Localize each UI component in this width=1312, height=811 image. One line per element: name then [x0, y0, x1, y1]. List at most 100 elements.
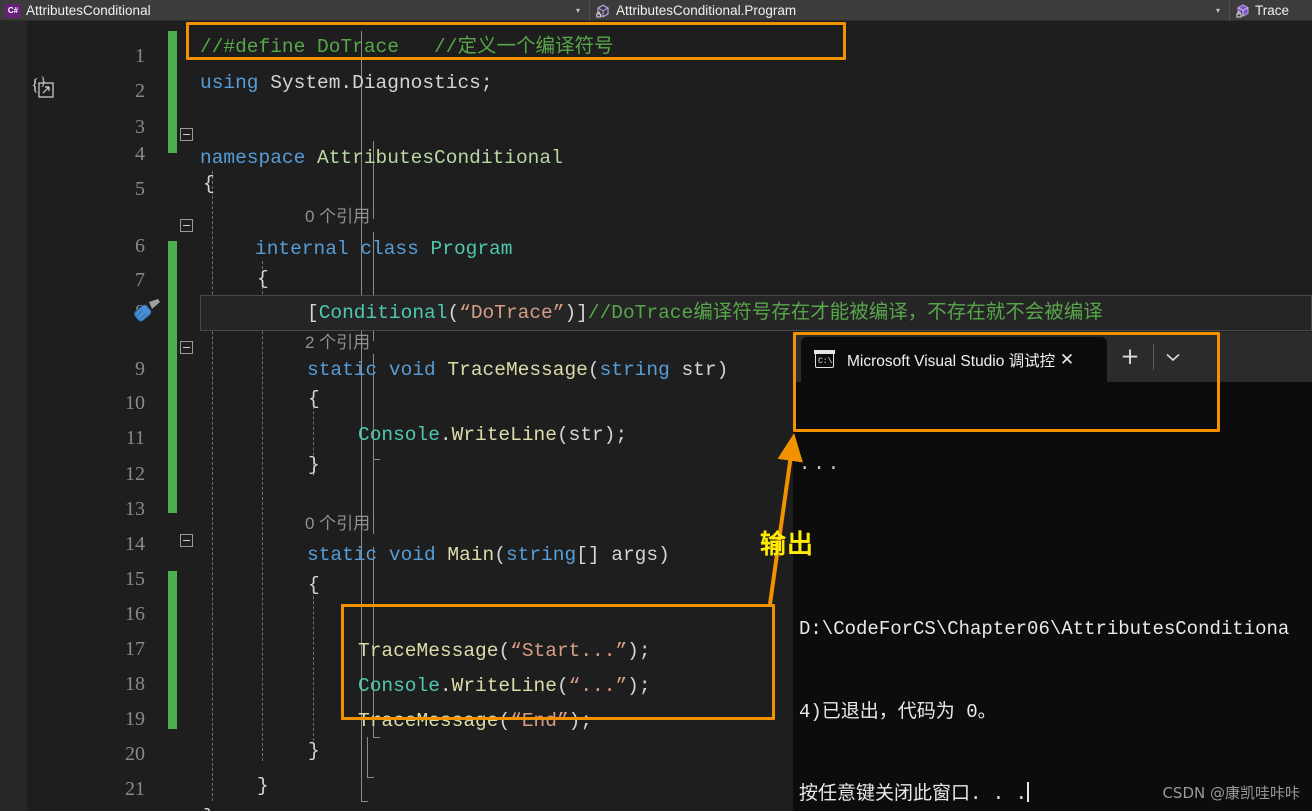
- void-keyword: void: [377, 544, 436, 566]
- paren-open: (: [587, 359, 600, 381]
- debug-console-window[interactable]: C:\ Microsoft Visual Studio 调试控 ✕ + ... …: [793, 332, 1312, 811]
- paren-close: ): [658, 544, 670, 566]
- toolbar-divider: [1153, 344, 1154, 370]
- line-number: 1: [135, 45, 145, 67]
- console-window-icon: C:\: [814, 350, 835, 368]
- vs-editor-screenshot: C# AttributesConditional ▾ AttributesCon…: [0, 0, 1312, 811]
- string-literal-dots: “...”: [568, 675, 628, 697]
- class-name: Program: [418, 238, 513, 260]
- terminal-line: 4)已退出，代码为 0。: [799, 700, 997, 723]
- editor-indicator-margin: [27, 21, 77, 811]
- fold-toggle-tracemessage[interactable]: [180, 341, 193, 354]
- chevron-down-icon[interactable]: ▾: [571, 0, 585, 21]
- terminal-line: ...: [799, 453, 843, 475]
- terminal-tab[interactable]: C:\ Microsoft Visual Studio 调试控 ✕: [801, 337, 1107, 382]
- string-type: string: [505, 544, 577, 566]
- writeline-method: WriteLine: [451, 675, 557, 697]
- brace-expand-icon[interactable]: { }: [31, 73, 67, 101]
- csdn-watermark: CSDN @康凯哇咔咔: [1162, 784, 1300, 802]
- paren-open: (: [498, 640, 511, 662]
- terminal-line: D:\CodeForCS\Chapter06\AttributesConditi…: [799, 618, 1290, 640]
- screwdriver-icon[interactable]: [131, 298, 163, 328]
- fold-toggle-namespace[interactable]: [180, 128, 193, 141]
- change-bar: [168, 571, 177, 729]
- void-keyword: void: [377, 359, 436, 381]
- fold-toggle-main[interactable]: [180, 534, 193, 547]
- breadcrumb-file-label: AttributesConditional: [26, 3, 151, 18]
- fold-end-marker: [361, 801, 368, 802]
- line-number: 12: [125, 463, 145, 485]
- line-number: 10: [125, 392, 145, 414]
- fold-line: [367, 737, 368, 777]
- annotation-output-label: 输出: [760, 530, 815, 560]
- svg-text:{: {: [31, 75, 39, 94]
- code-line-19: TraceMessage(“End”);: [358, 703, 592, 739]
- using-namespace: System.Diagnostics;: [258, 72, 493, 94]
- define-comment: //#define DoTrace //定义一个编译符号: [200, 36, 614, 58]
- breadcrumb-member-dropdown[interactable]: Trace: [1230, 0, 1312, 21]
- csharp-file-icon: C#: [5, 3, 21, 18]
- breadcrumb-file-dropdown[interactable]: C# AttributesConditional ▾: [0, 0, 590, 21]
- string-literal-start: “Start...”: [510, 640, 628, 662]
- line-number: 5: [135, 178, 145, 200]
- indent-guide: [212, 171, 213, 801]
- paren-close: ): [716, 359, 729, 381]
- close-brace: }: [257, 775, 269, 797]
- fold-end-marker: [367, 777, 374, 778]
- current-line-highlight: [200, 295, 1312, 331]
- line-number: 6: [135, 235, 145, 257]
- line-number: 20: [125, 743, 145, 765]
- chevron-down-icon-2[interactable]: ▾: [1211, 0, 1225, 21]
- code-line-1: //#define DoTrace //定义一个编译符号: [200, 29, 613, 65]
- fold-line-outer: [361, 31, 362, 801]
- change-bar: [168, 241, 177, 513]
- method-name-main: Main: [435, 544, 495, 566]
- tracemessage-call: TraceMessage: [358, 710, 499, 732]
- code-line-18: Console.WriteLine(“...”);: [358, 668, 651, 704]
- line-number: 9: [135, 358, 145, 380]
- code-line-2: using System.Diagnostics;: [200, 65, 493, 101]
- code-line-4: namespace AttributesConditional: [200, 140, 563, 176]
- indent-guide: [313, 396, 314, 476]
- string-literal-end: “End”: [510, 710, 569, 732]
- text-cursor: [1027, 782, 1030, 802]
- param-args: args: [599, 544, 659, 566]
- code-line-17: TraceMessage(“Start...”);: [358, 633, 651, 669]
- fold-toggle-class[interactable]: [180, 219, 193, 232]
- writeline-method: WriteLine: [451, 424, 557, 446]
- new-terminal-icon[interactable]: +: [1115, 345, 1145, 371]
- terminal-tab-title: Microsoft Visual Studio 调试控: [847, 352, 1055, 370]
- fold-line: [373, 547, 374, 737]
- chevron-down-icon-terminal[interactable]: [1159, 346, 1187, 370]
- breadcrumb-class-dropdown[interactable]: AttributesConditional.Program ▾: [590, 0, 1230, 21]
- indent-guide: [262, 261, 263, 761]
- change-bar: [168, 31, 177, 153]
- code-line-21: }: [257, 768, 269, 804]
- namespace-keyword: namespace: [200, 147, 306, 169]
- dot-operator: .: [439, 675, 452, 697]
- line-number: 17: [125, 638, 145, 660]
- breadcrumb-class-label: AttributesConditional.Program: [616, 3, 797, 18]
- using-keyword: using: [200, 72, 259, 94]
- paren-close: );: [627, 640, 651, 662]
- fold-end-marker: [373, 737, 380, 738]
- terminal-output[interactable]: ... D:\CodeForCS\Chapter06\AttributesCon…: [793, 382, 1312, 811]
- close-icon[interactable]: ✕: [1055, 350, 1079, 370]
- line-number: 7: [135, 269, 145, 291]
- class-keyword: class: [348, 238, 419, 260]
- fold-line: [373, 354, 374, 534]
- code-folding-margin[interactable]: [180, 21, 380, 811]
- tracemessage-call: TraceMessage: [358, 640, 499, 662]
- call-args: (str);: [556, 424, 628, 446]
- line-number: 15: [125, 568, 145, 590]
- static-keyword: static: [307, 359, 378, 381]
- paren-open: (: [498, 710, 511, 732]
- paren-close: );: [568, 710, 593, 732]
- breadcrumb-member-label: Trace: [1255, 3, 1290, 18]
- line-number-margin: 1 2 3 4 5 6 7 8 9 10 11 12 13 14 15 16 1…: [77, 21, 155, 811]
- line-number: 19: [125, 708, 145, 730]
- dot-operator: .: [439, 424, 452, 446]
- namespace-name: AttributesConditional: [305, 147, 563, 169]
- line-number: 14: [125, 533, 145, 555]
- line-number: 16: [125, 603, 145, 625]
